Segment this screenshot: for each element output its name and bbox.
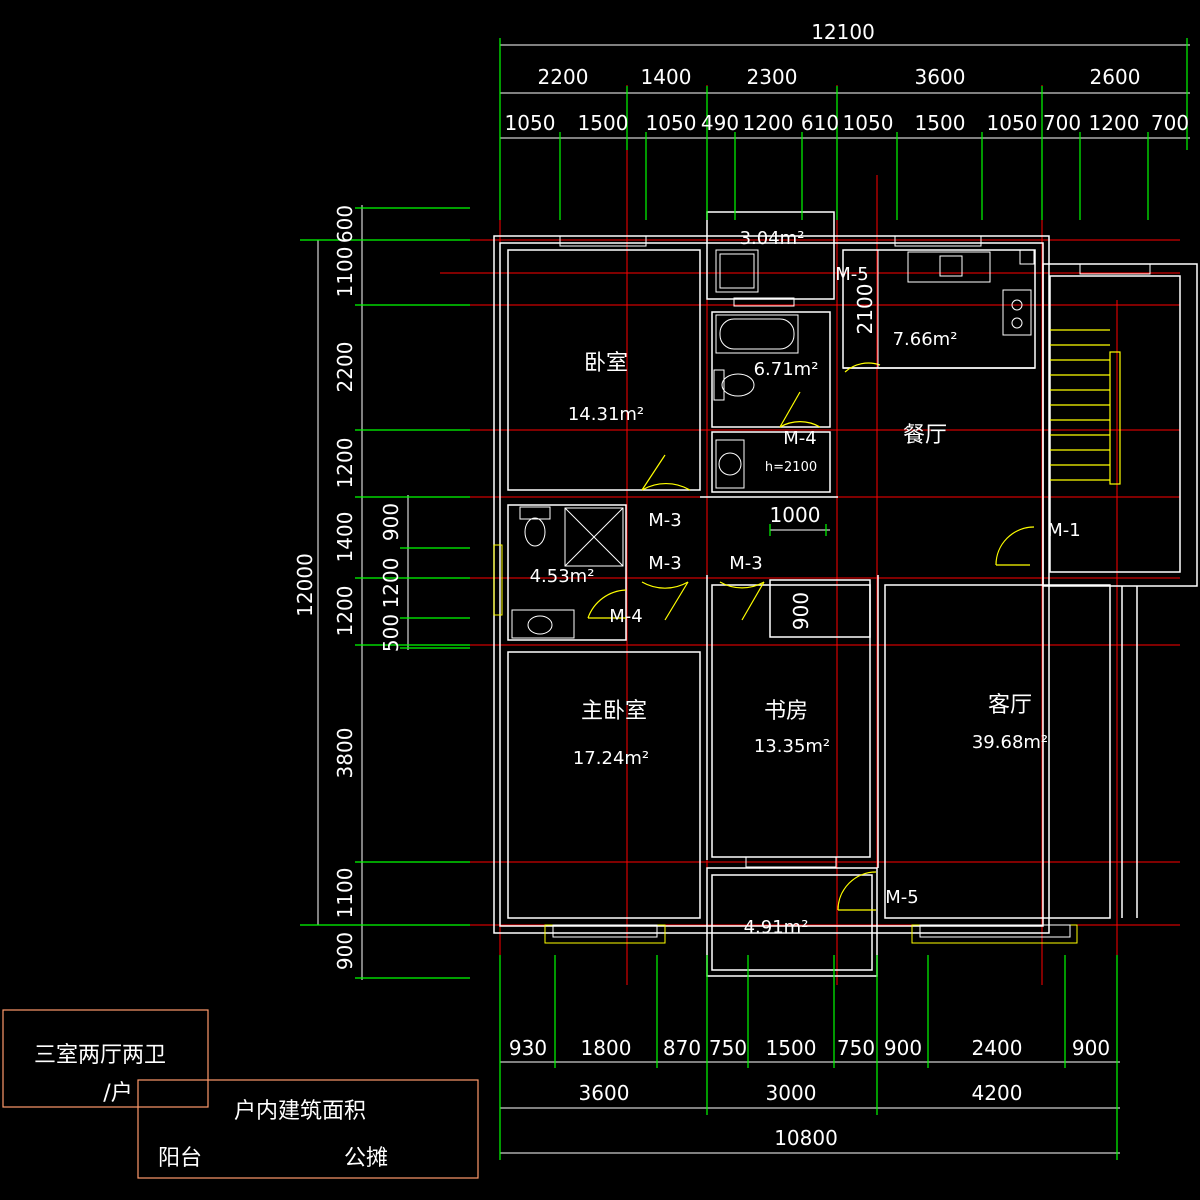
top-dim-2-1: 1400 (641, 65, 692, 89)
staircase (1050, 329, 1121, 485)
inner-dim-2100: 2100 (853, 284, 877, 335)
bath-small-area: 4.53m² (530, 566, 595, 587)
door-m5-bottom: M-5 (885, 887, 918, 908)
left-inner-dim-1: 1200 (379, 558, 403, 609)
door-m1: M-1 (1047, 520, 1080, 541)
bath-main-area: 6.71m² (754, 359, 819, 380)
left-dim-4: 1400 (333, 512, 357, 563)
left-dim-0: 600 (333, 205, 357, 243)
left-dim-3: 1200 (333, 438, 357, 489)
top-overall-dim: 12100 (811, 20, 875, 44)
bottom-dim-1-7: 2400 (972, 1036, 1023, 1060)
bottom-dim-2-1: 3000 (766, 1081, 817, 1105)
door-m4-lower: M-4 (609, 606, 642, 627)
bottom-dim-2-2: 4200 (972, 1081, 1023, 1105)
left-dim-1: 1100 (333, 247, 357, 298)
study-name: 书房 (764, 699, 808, 724)
bottom-dim-1-3: 750 (709, 1036, 747, 1060)
top-dim-3-0: 1050 (505, 111, 556, 135)
balcony-area: 4.91m² (744, 917, 809, 938)
top-dim-3-10: 1200 (1089, 111, 1140, 135)
bottom-dim-1-4: 1500 (766, 1036, 817, 1060)
door-m4-upper: M-4 (783, 428, 816, 449)
top-dim-3-8: 1050 (987, 111, 1038, 135)
top-dim-3-11: 700 (1151, 111, 1189, 135)
top-dimensions: 12100 2200 1400 2300 3600 2600 1050 1500… (499, 20, 1190, 220)
left-overall-dim: 12000 (293, 553, 317, 617)
door-m3-b: M-3 (648, 553, 681, 574)
top-dim-3-4: 1200 (743, 111, 794, 135)
unit-suffix: /户 (103, 1081, 132, 1106)
unit-type-title: 三室两厅两卫 (34, 1043, 166, 1068)
bottom-dim-1-2: 870 (663, 1036, 701, 1060)
top-dim-3-6: 1050 (843, 111, 894, 135)
left-dim-5: 1200 (333, 586, 357, 637)
bottom-dim-1-1: 1800 (581, 1036, 632, 1060)
study-area: 13.35m² (754, 736, 830, 757)
top-dim-3-7: 1500 (915, 111, 966, 135)
bottom-dim-1-8: 900 (1072, 1036, 1110, 1060)
floor-plan-drawing: 12100 2200 1400 2300 3600 2600 1050 1500… (2, 20, 1198, 1179)
inner-dim-900: 900 (789, 592, 813, 630)
windows (493, 235, 1151, 944)
top-dim-2-0: 2200 (538, 65, 589, 89)
title-block: 三室两厅两卫 /户 户内建筑面积 阳台 公摊 (2, 1009, 479, 1179)
bottom-dim-1-5: 750 (837, 1036, 875, 1060)
left-dim-6: 3800 (333, 728, 357, 779)
top-dim-3-9: 700 (1043, 111, 1081, 135)
left-inner-dim-0: 900 (379, 503, 403, 541)
living-name: 客厅 (988, 693, 1032, 718)
master-bedroom-name: 主卧室 (581, 699, 647, 724)
bottom-overall-dim: 10800 (774, 1126, 838, 1150)
left-dim-8: 900 (333, 932, 357, 970)
inner-dim-1000: 1000 (770, 503, 821, 527)
balcony-label: 阳台 (158, 1146, 202, 1171)
bottom-dimensions: 930 1800 870 750 1500 750 900 2400 900 3… (499, 955, 1120, 1160)
door-height-note: h=2100 (765, 460, 817, 475)
kitchen-area: 7.66m² (893, 329, 958, 350)
top-dim-3-3: 490 (701, 111, 739, 135)
bedroom-area: 14.31m² (568, 404, 644, 425)
left-dim-2: 2200 (333, 342, 357, 393)
door-m3-a: M-3 (648, 510, 681, 531)
left-inner-dim-2: 500 (379, 614, 403, 652)
top-dim-2-2: 2300 (747, 65, 798, 89)
door-m5-top: M-5 (835, 264, 868, 285)
master-bedroom-area: 17.24m² (573, 748, 649, 769)
top-dim-3-5: 610 (801, 111, 839, 135)
bedroom-name: 卧室 (584, 351, 628, 376)
bottom-dim-1-6: 900 (884, 1036, 922, 1060)
top-dim-3-2: 1050 (646, 111, 697, 135)
dining-name: 餐厅 (903, 423, 947, 448)
top-dim-3-1: 1500 (578, 111, 629, 135)
living-area: 39.68m² (972, 732, 1048, 753)
area-title: 户内建筑面积 (234, 1099, 366, 1124)
room-labels: 卧室 14.31m² 3.04m² 6.71m² 7.66m² 餐厅 4.53m… (530, 228, 1049, 938)
top-dim-2-3: 3600 (915, 65, 966, 89)
left-dimensions: 12000 600 1100 2200 1200 1400 1200 3800 … (293, 205, 470, 980)
utility-area: 3.04m² (740, 228, 805, 249)
walls (493, 211, 1198, 977)
bottom-dim-1-0: 930 (509, 1036, 547, 1060)
shared-label: 公摊 (344, 1146, 388, 1171)
left-dim-7: 1100 (333, 868, 357, 919)
top-dim-2-4: 2600 (1090, 65, 1141, 89)
bottom-dim-2-0: 3600 (579, 1081, 630, 1105)
door-m3-c: M-3 (729, 553, 762, 574)
